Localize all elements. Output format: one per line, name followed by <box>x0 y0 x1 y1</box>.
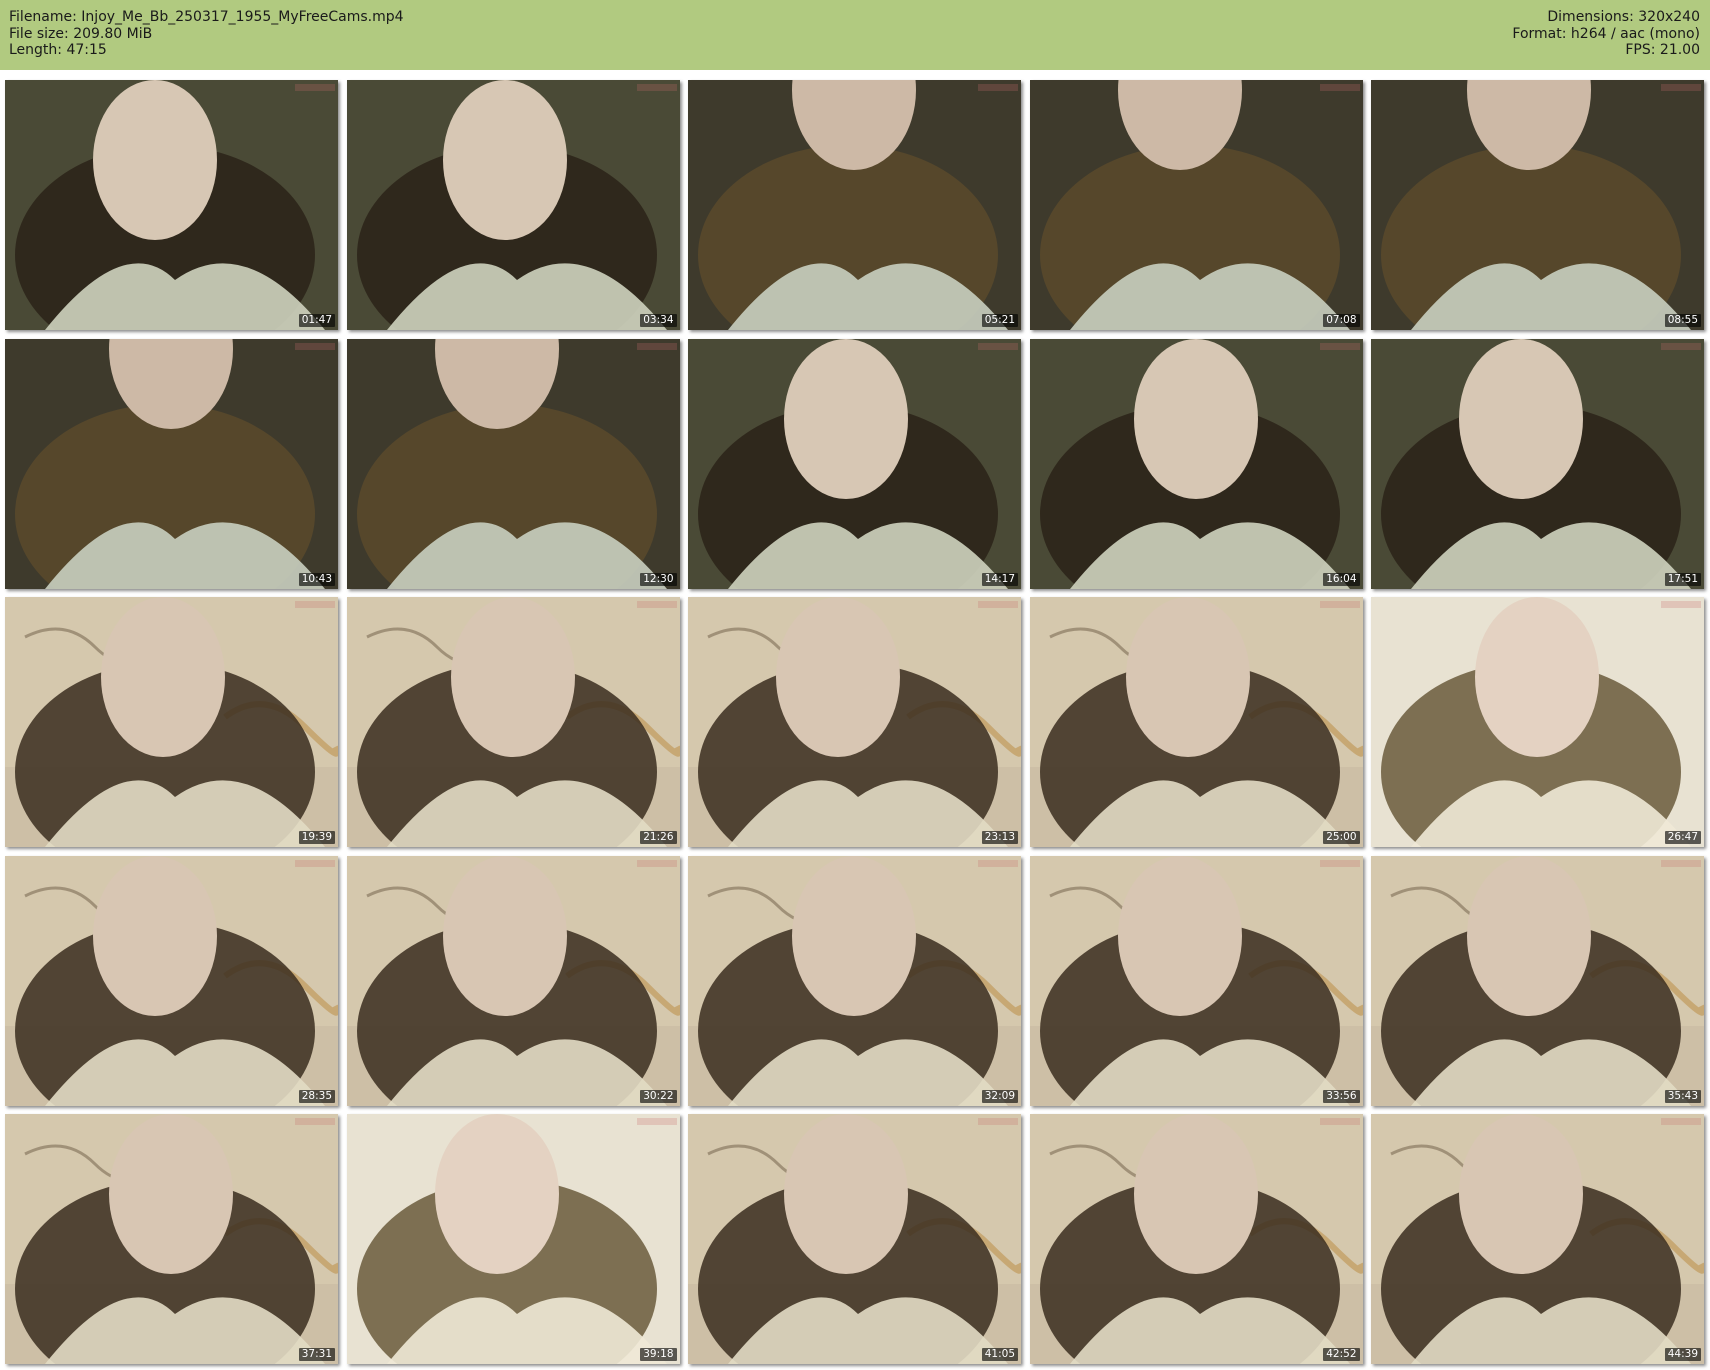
thumbnail-image <box>346 597 680 847</box>
filesize-text: File size: 209.80 MiB <box>9 25 153 42</box>
video-thumbnail: 12:30 <box>346 338 680 589</box>
timestamp-label: 10:43 <box>298 572 335 586</box>
video-thumbnail: 26:47 <box>1371 597 1704 847</box>
timestamp-label: 21:26 <box>640 831 677 844</box>
timestamp-label: 07:08 <box>1323 314 1360 327</box>
video-thumbnail: 32:09 <box>688 855 1021 1106</box>
thumbnail-image <box>1029 80 1363 330</box>
timestamp-label: 42:52 <box>1323 1348 1360 1361</box>
thumbnail-image <box>688 1114 1021 1364</box>
timestamp-label: 37:31 <box>298 1348 335 1361</box>
timestamp-label: 19:39 <box>298 831 335 844</box>
timestamp-label: 44:39 <box>1664 1348 1701 1361</box>
video-thumbnail: 33:56 <box>1029 855 1363 1106</box>
video-thumbnail: 39:18 <box>346 1114 680 1364</box>
timestamp-label: 03:34 <box>640 314 677 327</box>
timestamp-label: 14:17 <box>981 572 1018 586</box>
thumbnail-image <box>5 855 338 1106</box>
timestamp-label: 25:00 <box>1323 831 1360 844</box>
filename-text: Filename: Injoy_Me_Bb_250317_1955_MyFree… <box>9 9 404 25</box>
video-thumbnail: 07:08 <box>1029 80 1363 330</box>
thumbnail-image <box>688 80 1021 330</box>
video-thumbnail: 16:04 <box>1029 338 1363 589</box>
video-thumbnail: 03:34 <box>346 80 680 330</box>
timestamp-label: 41:05 <box>981 1348 1018 1361</box>
timestamp-label: 39:18 <box>640 1348 677 1361</box>
video-thumbnail: 19:39 <box>5 597 338 847</box>
timestamp-label: 35:43 <box>1664 1089 1701 1103</box>
thumbnail-image <box>1029 597 1363 847</box>
format-text: Format: h264 / aac (mono) <box>1512 25 1700 42</box>
thumbnail-image <box>1029 855 1363 1106</box>
video-thumbnail: 14:17 <box>688 338 1021 589</box>
thumbnail-image <box>1371 597 1704 847</box>
video-thumbnail: 23:13 <box>688 597 1021 847</box>
thumbnail-image <box>5 1114 338 1364</box>
video-thumbnail: 41:05 <box>688 1114 1021 1364</box>
length-text: Length: 47:15 <box>9 42 107 58</box>
timestamp-label: 16:04 <box>1323 572 1360 586</box>
timestamp-label: 17:51 <box>1664 572 1701 586</box>
thumbnail-image <box>346 1114 680 1364</box>
fps-text: FPS: 21.00 <box>1625 42 1700 58</box>
video-thumbnail: 35:43 <box>1371 855 1704 1106</box>
thumbnail-image <box>1371 855 1704 1106</box>
thumbnail-image <box>1371 338 1704 589</box>
file-info: Filename: Injoy_Me_Bb_250317_1955_MyFree… <box>9 9 404 59</box>
video-thumbnail: 10:43 <box>5 338 338 589</box>
thumbnail-image <box>1371 1114 1704 1364</box>
thumbnail-image <box>1029 338 1363 589</box>
thumbnail-image <box>688 855 1021 1106</box>
timestamp-label: 01:47 <box>298 314 335 327</box>
thumbnail-image <box>688 338 1021 589</box>
timestamp-label: 12:30 <box>640 572 677 586</box>
thumbnail-image <box>1029 1114 1363 1364</box>
thumbnail-image <box>346 338 680 589</box>
thumbnail-grid: 01:47 03:34 05:21 07:08 08:55 10:43 12:30 14:17… <box>5 80 1704 1364</box>
video-info: Dimensions: 320x240 Format: h264 / aac (… <box>1512 9 1700 59</box>
video-thumbnail: 28:35 <box>5 855 338 1106</box>
thumbnail-image <box>346 855 680 1106</box>
video-thumbnail: 44:39 <box>1371 1114 1704 1364</box>
timestamp-label: 08:55 <box>1664 314 1701 327</box>
thumbnail-image <box>5 80 338 330</box>
timestamp-label: 30:22 <box>640 1089 677 1103</box>
timestamp-label: 05:21 <box>981 314 1018 327</box>
video-thumbnail: 05:21 <box>688 80 1021 330</box>
video-thumbnail: 42:52 <box>1029 1114 1363 1364</box>
video-thumbnail: 21:26 <box>346 597 680 847</box>
thumbnail-image <box>346 80 680 330</box>
thumbnail-image <box>688 597 1021 847</box>
thumbnail-image <box>5 338 338 589</box>
video-thumbnail: 17:51 <box>1371 338 1704 589</box>
timestamp-label: 23:13 <box>981 831 1018 844</box>
info-header: Filename: Injoy_Me_Bb_250317_1955_MyFree… <box>0 0 1710 70</box>
thumbnail-image <box>5 597 338 847</box>
video-thumbnail: 30:22 <box>346 855 680 1106</box>
video-thumbnail: 25:00 <box>1029 597 1363 847</box>
video-thumbnail: 37:31 <box>5 1114 338 1364</box>
video-thumbnail: 01:47 <box>5 80 338 330</box>
timestamp-label: 26:47 <box>1664 831 1701 844</box>
timestamp-label: 28:35 <box>298 1089 335 1103</box>
video-thumbnail: 08:55 <box>1371 80 1704 330</box>
timestamp-label: 33:56 <box>1323 1089 1360 1103</box>
timestamp-label: 32:09 <box>981 1089 1018 1103</box>
thumbnail-image <box>1371 80 1704 330</box>
dimensions-text: Dimensions: 320x240 <box>1547 9 1700 25</box>
